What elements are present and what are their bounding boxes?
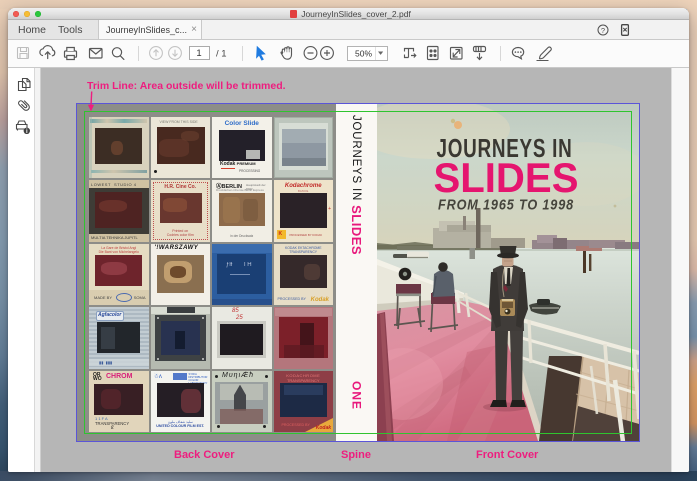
svg-text:/ 1: / 1 (216, 48, 227, 59)
svg-text:1: 1 (196, 48, 201, 59)
svg-text:50%: 50% (355, 48, 372, 58)
svg-text:?: ? (601, 26, 605, 35)
